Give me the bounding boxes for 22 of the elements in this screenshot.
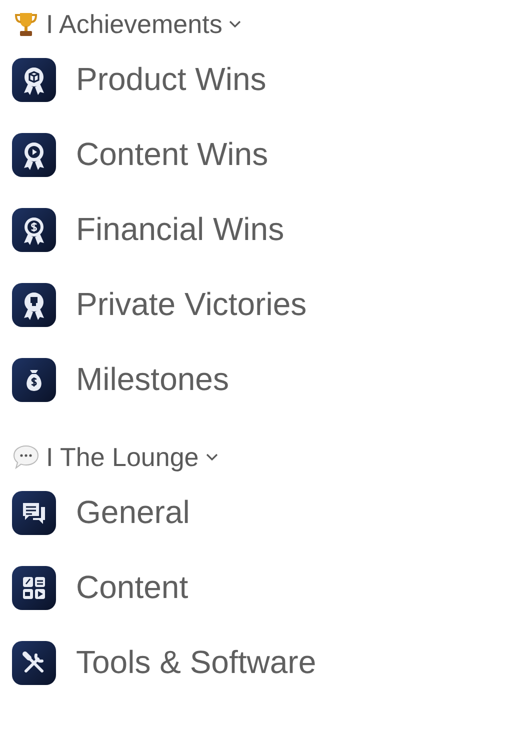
section-header[interactable]: I Achievements [12, 6, 515, 42]
speech-bubble-icon [12, 443, 40, 471]
channel-item[interactable]: Content [12, 550, 515, 625]
section-header[interactable]: I The Lounge [12, 439, 515, 475]
section-title: I The Lounge [46, 442, 199, 472]
section-title: I Achievements [46, 8, 222, 40]
trophy-icon [12, 10, 40, 38]
tools-icon [12, 640, 56, 684]
channel-item[interactable]: Product Wins [12, 42, 515, 117]
channel-item[interactable]: Tools & Software [12, 625, 515, 700]
channel-item[interactable]: Content Wins [12, 117, 515, 192]
channel-item[interactable]: Private Victories [12, 267, 515, 342]
channel-item[interactable]: Financial Wins [12, 192, 515, 267]
award-icon [12, 208, 56, 252]
channel-item[interactable]: General [12, 475, 515, 550]
award-icon [12, 132, 56, 176]
award-icon [12, 58, 56, 102]
money-bag-icon [12, 358, 56, 402]
award-icon [12, 282, 56, 326]
media-grid-icon [12, 566, 56, 610]
channel-item[interactable]: Milestones [12, 342, 515, 417]
chat-bubbles-icon [12, 490, 56, 534]
